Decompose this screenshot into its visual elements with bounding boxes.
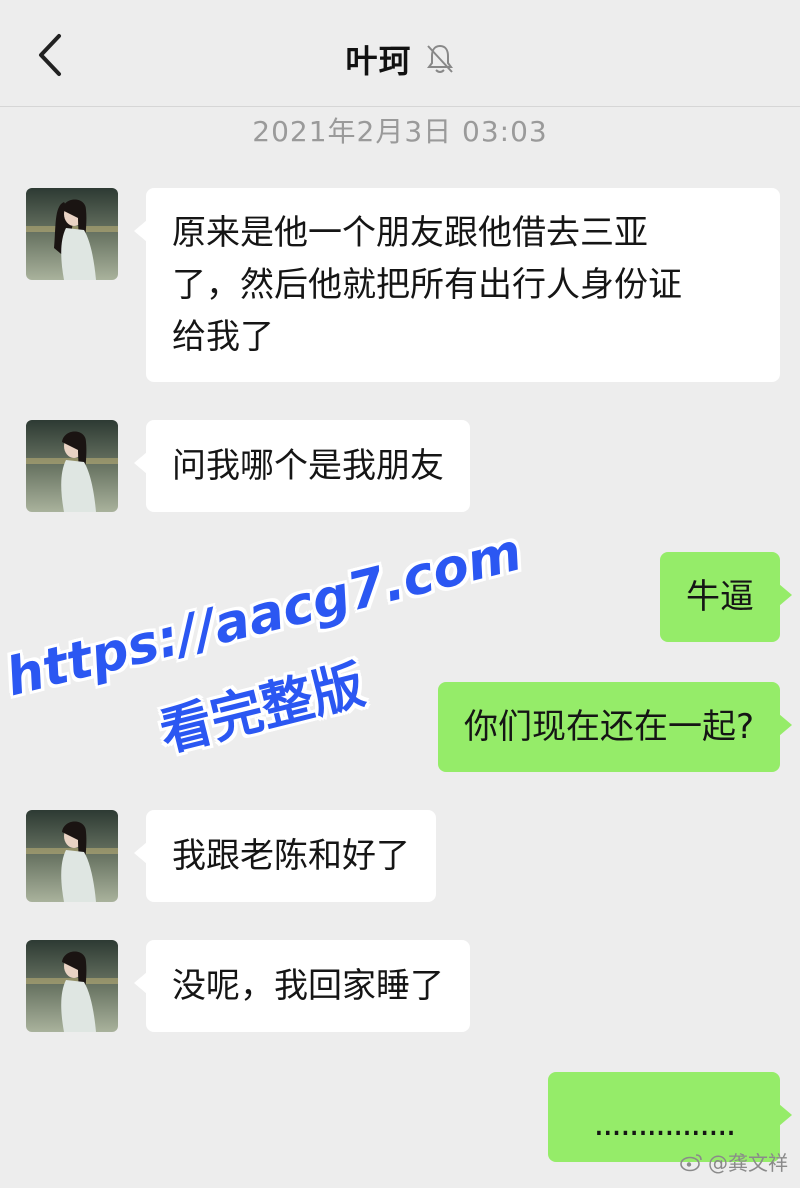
message-text: ................ [593, 1104, 737, 1144]
watermark-overlay: https://aacg7.com 看完整版 [0, 505, 528, 815]
message-text: 我跟老陈和好了 [172, 836, 410, 876]
message-bubble-incoming[interactable]: 问我哪个是我朋友 [134, 420, 470, 512]
contact-avatar[interactable] [26, 420, 118, 512]
message-line: 给我了 [172, 317, 274, 357]
contact-avatar[interactable] [26, 940, 118, 1032]
source-attribution: @龚文祥 [680, 1147, 788, 1176]
watermark-url: https://aacg7.com [0, 522, 528, 709]
message-text: 你们现在还在一起? [463, 707, 754, 747]
message-timestamp: 2021年2月3日 03:03 [252, 115, 548, 148]
message-bubble-incoming[interactable]: 我跟老陈和好了 [134, 810, 436, 902]
message-text: 没呢，我回家睡了 [172, 966, 444, 1006]
source-handle: @龚文祥 [708, 1151, 788, 1175]
message-bubble-incoming[interactable]: 原来是他一个朋友跟他借去三亚 了，然后他就把所有出行人身份证 给我了 [134, 188, 780, 382]
chat-header: 叶珂 [0, 0, 800, 107]
contact-avatar[interactable] [26, 188, 118, 280]
contact-name: 叶珂 [345, 42, 412, 80]
message-bubble-outgoing[interactable]: 你们现在还在一起? [437, 682, 793, 772]
message-text: 牛逼 [686, 577, 754, 617]
bell-muted-icon [426, 44, 453, 73]
title-area: 叶珂 [0, 36, 800, 82]
message-line: 了，然后他就把所有出行人身份证 [172, 265, 682, 305]
weibo-icon [680, 1153, 702, 1171]
contact-avatar[interactable] [26, 810, 118, 902]
watermark-caption: 看完整版 [154, 655, 371, 764]
message-bubble-outgoing[interactable]: 牛逼 [660, 552, 792, 642]
message-bubble-incoming[interactable]: 没呢，我回家睡了 [134, 940, 470, 1032]
message-text: 问我哪个是我朋友 [172, 446, 444, 486]
message-line: 原来是他一个朋友跟他借去三亚 [172, 213, 648, 253]
